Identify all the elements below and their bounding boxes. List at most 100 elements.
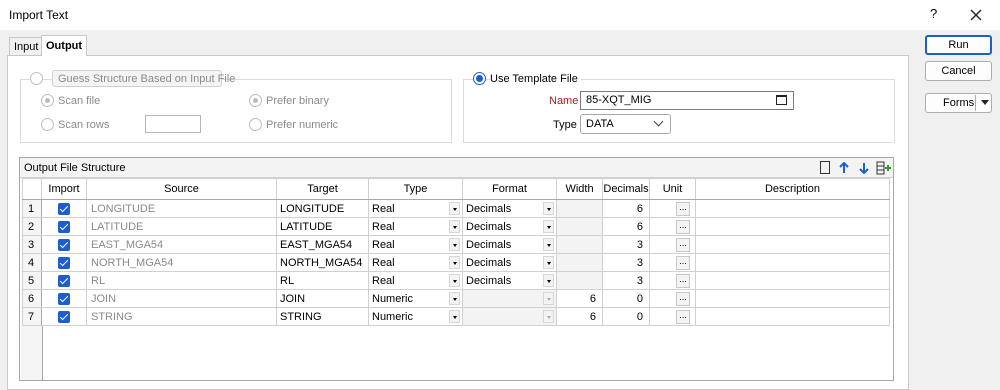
import-checkbox[interactable]	[58, 202, 70, 215]
tab-input[interactable]: Input	[9, 37, 44, 55]
decimals-cell[interactable]: 3	[602, 235, 650, 254]
target-cell[interactable]: EAST_MGA54	[276, 235, 369, 254]
table-row[interactable]: 6 JOIN JOIN Numeric 6 0 ...	[22, 289, 890, 308]
scan-rows-radio[interactable]	[41, 118, 54, 131]
type-cell[interactable]: Real	[368, 217, 463, 236]
target-cell[interactable]: NORTH_MGA54	[276, 253, 369, 272]
format-cell[interactable]: Decimals	[462, 217, 557, 236]
target-cell[interactable]: LONGITUDE	[276, 199, 369, 218]
template-name-input[interactable]: 85-XQT_MIG	[580, 91, 794, 110]
import-checkbox[interactable]	[58, 292, 70, 305]
target-cell[interactable]: STRING	[276, 307, 369, 326]
use-template-radio[interactable]	[473, 72, 486, 85]
type-dropdown-icon[interactable]	[449, 220, 460, 233]
scan-rows-input[interactable]	[145, 115, 201, 133]
format-dropdown-icon[interactable]	[543, 256, 554, 269]
browse-file-icon[interactable]	[776, 95, 787, 105]
move-up-icon[interactable]	[839, 162, 849, 174]
target-cell[interactable]: LATITUDE	[276, 217, 369, 236]
type-cell[interactable]: Real	[368, 253, 463, 272]
template-type-select[interactable]: DATA	[580, 114, 671, 134]
format-dropdown-icon[interactable]	[543, 202, 554, 215]
target-cell[interactable]: RL	[276, 271, 369, 290]
unit-browse-button[interactable]: ...	[676, 202, 690, 216]
insert-row-icon[interactable]	[876, 161, 892, 175]
type-cell[interactable]: Real	[368, 271, 463, 290]
new-document-icon[interactable]	[820, 161, 830, 174]
unit-browse-button[interactable]: ...	[676, 220, 690, 234]
decimals-cell[interactable]: 0	[602, 307, 650, 326]
column-header-source[interactable]: Source	[86, 178, 277, 200]
move-down-icon[interactable]	[859, 162, 869, 174]
help-icon[interactable]: ?	[930, 6, 937, 21]
guess-structure-button[interactable]: Guess Structure Based on Input File	[52, 70, 235, 87]
unit-cell[interactable]: ...	[649, 307, 696, 326]
column-header-width[interactable]: Width	[556, 178, 603, 200]
description-cell[interactable]	[695, 307, 890, 326]
type-cell[interactable]: Real	[368, 235, 463, 254]
column-header-unit[interactable]: Unit	[649, 178, 696, 200]
column-header-target[interactable]: Target	[276, 178, 369, 200]
column-header-import[interactable]: Import	[41, 178, 87, 200]
unit-browse-button[interactable]: ...	[676, 256, 690, 270]
format-cell[interactable]: Decimals	[462, 199, 557, 218]
width-cell[interactable]	[556, 217, 603, 236]
unit-browse-button[interactable]: ...	[676, 274, 690, 288]
unit-cell[interactable]: ...	[649, 271, 696, 290]
column-header-format[interactable]: Format	[462, 178, 557, 200]
width-cell[interactable]: 6	[556, 307, 603, 326]
type-dropdown-icon[interactable]	[449, 310, 460, 323]
unit-browse-button[interactable]: ...	[676, 292, 690, 306]
description-cell[interactable]	[695, 217, 890, 236]
type-cell[interactable]: Real	[368, 199, 463, 218]
format-cell[interactable]: Decimals	[462, 253, 557, 272]
type-dropdown-icon[interactable]	[449, 202, 460, 215]
table-row[interactable]: 3 EAST_MGA54 EAST_MGA54 Real Decimals 3 …	[22, 235, 890, 254]
decimals-cell[interactable]: 3	[602, 253, 650, 272]
forms-button[interactable]: Forms	[925, 93, 992, 113]
column-header-type[interactable]: Type	[368, 178, 463, 200]
target-cell[interactable]: JOIN	[276, 289, 369, 308]
guess-structure-radio[interactable]	[30, 72, 43, 85]
import-checkbox[interactable]	[58, 274, 70, 287]
decimals-cell[interactable]: 0	[602, 289, 650, 308]
description-cell[interactable]	[695, 235, 890, 254]
close-icon[interactable]	[968, 7, 984, 23]
type-dropdown-icon[interactable]	[449, 238, 460, 251]
table-row[interactable]: 5 RL RL Real Decimals 3 ...	[22, 271, 890, 290]
format-cell[interactable]: Decimals	[462, 235, 557, 254]
decimals-cell[interactable]: 3	[602, 271, 650, 290]
format-cell[interactable]: Decimals	[462, 271, 557, 290]
unit-browse-button[interactable]: ...	[676, 310, 690, 324]
unit-cell[interactable]: ...	[649, 289, 696, 308]
unit-cell[interactable]: ...	[649, 235, 696, 254]
description-cell[interactable]	[695, 253, 890, 272]
decimals-cell[interactable]: 6	[602, 217, 650, 236]
run-button[interactable]: Run	[925, 35, 992, 55]
format-dropdown-icon[interactable]	[543, 238, 554, 251]
import-checkbox[interactable]	[58, 238, 70, 251]
width-cell[interactable]	[556, 271, 603, 290]
tab-output[interactable]: Output	[41, 35, 88, 56]
width-cell[interactable]	[556, 253, 603, 272]
unit-cell[interactable]: ...	[649, 253, 696, 272]
forms-dropdown-icon[interactable]	[981, 100, 989, 106]
format-dropdown-icon[interactable]	[543, 220, 554, 233]
type-dropdown-icon[interactable]	[449, 274, 460, 287]
prefer-numeric-radio[interactable]	[249, 118, 262, 131]
column-header-decimals[interactable]: Decimals	[602, 178, 650, 200]
decimals-cell[interactable]: 6	[602, 199, 650, 218]
description-cell[interactable]	[695, 289, 890, 308]
import-checkbox[interactable]	[58, 256, 70, 269]
unit-browse-button[interactable]: ...	[676, 238, 690, 252]
column-header-description[interactable]: Description	[695, 178, 890, 200]
format-dropdown-icon[interactable]	[543, 274, 554, 287]
description-cell[interactable]	[695, 271, 890, 290]
unit-cell[interactable]: ...	[649, 217, 696, 236]
table-row[interactable]: 4 NORTH_MGA54 NORTH_MGA54 Real Decimals …	[22, 253, 890, 272]
scan-file-radio[interactable]	[41, 94, 54, 107]
prefer-binary-radio[interactable]	[249, 94, 262, 107]
table-row[interactable]: 7 STRING STRING Numeric 6 0 ...	[22, 307, 890, 326]
unit-cell[interactable]: ...	[649, 199, 696, 218]
type-dropdown-icon[interactable]	[449, 256, 460, 269]
